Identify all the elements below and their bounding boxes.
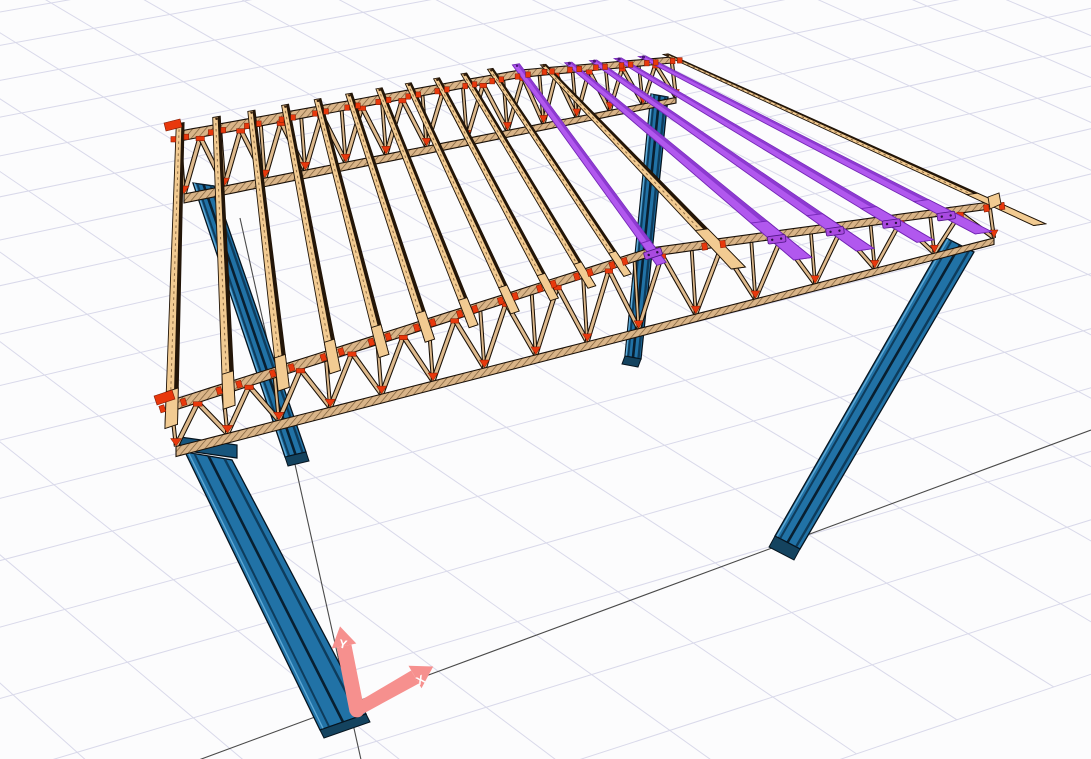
joist-clip (375, 98, 381, 105)
joist-clip (462, 83, 468, 90)
joist-clip (593, 64, 599, 71)
joist-tip-hole (284, 105, 287, 108)
joist-tip-hole (436, 78, 439, 82)
joist-tip-hole (617, 57, 621, 61)
3d-viewport[interactable]: XY (0, 0, 1091, 759)
connector-plate (195, 135, 205, 141)
joist-tip-hole (665, 53, 670, 57)
joist-tip-hole (463, 73, 466, 77)
joist-tip-hole (542, 63, 546, 68)
joist-tip-hole (348, 94, 351, 97)
truss-web (263, 121, 283, 179)
joist-clip (444, 86, 450, 93)
joist-clip (208, 129, 214, 136)
grid-line (0, 328, 1091, 628)
joist-clip (489, 78, 495, 85)
joist-clip (355, 102, 361, 109)
joist-clip (471, 81, 478, 88)
connector-plate (295, 368, 306, 374)
flange-line (187, 452, 324, 730)
joist-tip-hole (215, 117, 218, 121)
grid-line (1005, 0, 1091, 37)
gizmo-origin (349, 702, 365, 718)
joist-clip (514, 73, 521, 80)
joist-tip-hole (378, 88, 381, 92)
joist-clip (567, 66, 573, 73)
joist-clip (549, 68, 555, 75)
joist-clip (525, 71, 531, 78)
connector-plate (244, 384, 254, 390)
joist-clip (290, 114, 296, 121)
connector-plate (604, 268, 613, 274)
joist-clip (541, 69, 548, 76)
joist-clip (983, 204, 990, 213)
joist-clip (183, 133, 189, 140)
joist-tip-hole (250, 111, 253, 114)
connector-plate (585, 69, 593, 75)
joist-clip (653, 59, 659, 66)
flange-line (794, 249, 971, 548)
joist-clip (701, 242, 708, 251)
connector-plate (450, 318, 459, 324)
joist-clip (278, 116, 285, 123)
connector-plate (398, 335, 408, 341)
connector-plate (479, 83, 487, 89)
joist-clip (602, 63, 608, 70)
joist-bearing-stub (221, 370, 236, 410)
joist-tip-hole (407, 83, 411, 87)
joist-clip (405, 93, 411, 100)
joist-clip (256, 120, 262, 127)
joist-clip (618, 62, 625, 69)
connector-plate (347, 351, 357, 357)
joist-clip (677, 57, 683, 64)
joist-clip (644, 60, 650, 67)
joist-clip (312, 110, 318, 117)
grid-line (0, 682, 86, 759)
joist-clip (170, 136, 176, 143)
grid-line (52, 450, 1091, 759)
joist-clip (498, 76, 504, 83)
truss-web (303, 114, 323, 171)
joist-clip (158, 404, 167, 414)
joist-clip (415, 91, 421, 98)
truss-web (431, 319, 457, 382)
joist-tip-hole (316, 99, 320, 103)
joist[interactable] (345, 92, 436, 343)
joist-clip (434, 88, 440, 95)
connector-plate (192, 401, 203, 407)
joist-clip (627, 61, 634, 68)
joist-clip (344, 104, 350, 111)
joist-clip (669, 57, 676, 64)
joist-clip (385, 97, 392, 104)
flange-line (193, 453, 331, 728)
grid-line (531, 0, 1091, 277)
joist-clip (576, 66, 582, 73)
connector-plate (398, 98, 407, 104)
joist[interactable] (164, 121, 185, 430)
joist-tip-hole (515, 64, 519, 68)
column-front-left[interactable] (179, 436, 371, 739)
joist-clip (244, 122, 250, 129)
flange-line (779, 240, 953, 540)
joist-tip-hole (592, 59, 596, 63)
model-canvas[interactable]: XY (0, 0, 1091, 759)
joist-clip (220, 127, 226, 134)
grid-line (1029, 0, 1091, 248)
joist-tip-hole (641, 55, 646, 59)
joist-clip (719, 239, 727, 249)
joist-clip (323, 108, 329, 115)
joist-tip-hole (490, 69, 493, 72)
connector-plate (236, 128, 245, 134)
joist-tip-hole (567, 61, 571, 65)
flange-line (223, 458, 360, 718)
